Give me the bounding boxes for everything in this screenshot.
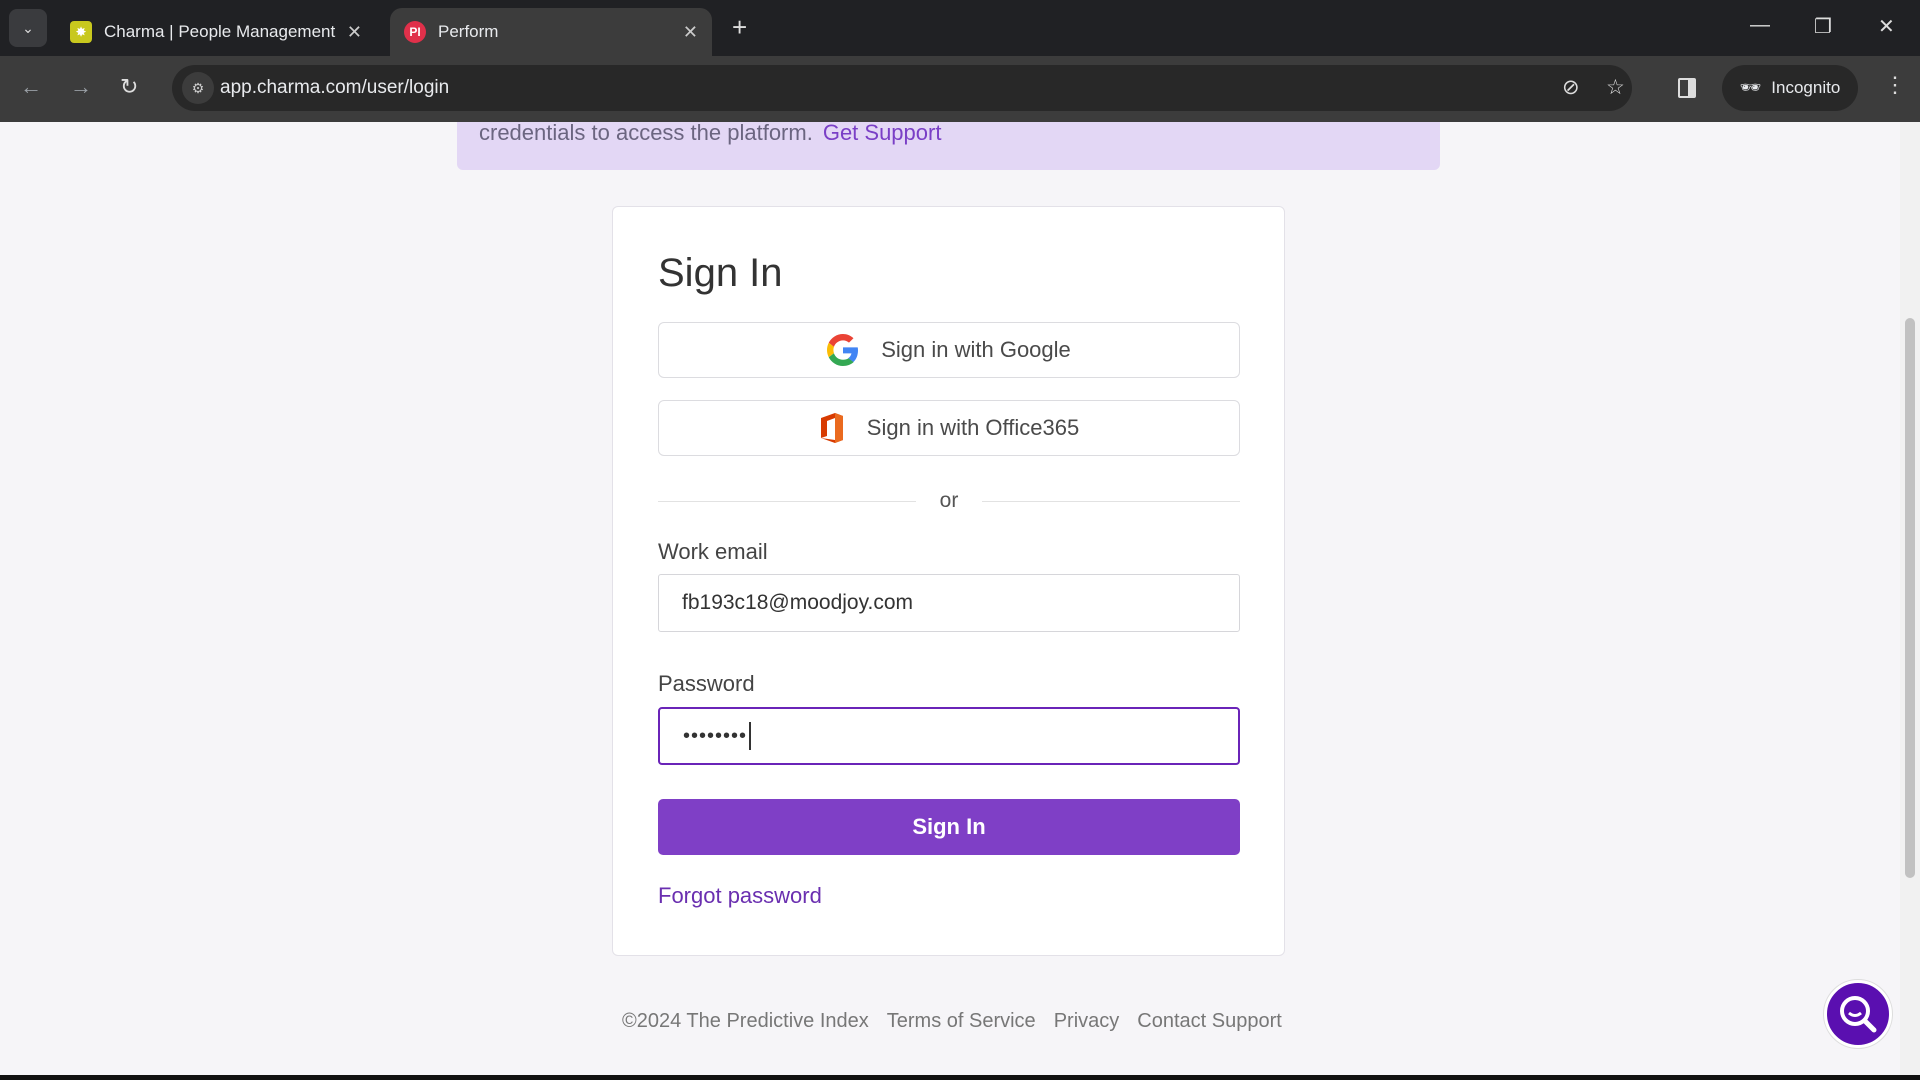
or-divider: or [658,489,1240,513]
search-icon [1840,996,1877,1033]
close-window-icon[interactable]: ✕ [1878,14,1895,39]
bottom-edge [0,1075,1920,1080]
star-icon[interactable]: ☆ [1606,75,1625,100]
privacy-link[interactable]: Privacy [1054,1010,1120,1033]
url-text[interactable]: app.charma.com/user/login [220,77,449,99]
forward-icon[interactable]: → [70,74,92,100]
incognito-badge[interactable]: 🕶 Incognito [1722,65,1858,111]
close-tab-icon[interactable]: ✕ [347,22,362,43]
close-tab-icon[interactable]: ✕ [683,22,698,43]
forgot-password-link[interactable]: Forgot password [658,883,822,909]
incognito-icon: 🕶 [1739,78,1762,97]
site-info-icon[interactable]: ⚙ [182,72,214,104]
contact-support-link[interactable]: Contact Support [1137,1010,1282,1033]
minimize-icon[interactable]: — [1750,14,1770,37]
password-value: •••••••• [683,724,748,747]
info-banner: credentials to access the platform. Get S… [457,122,1440,170]
reload-icon[interactable]: ↻ [120,74,138,100]
help-chat-button[interactable] [1824,980,1892,1048]
email-label: Work email [658,539,768,564]
google-icon [827,334,859,366]
new-tab-icon[interactable]: + [732,12,747,43]
tab-title: Charma | People Management S [104,22,339,41]
sign-in-button[interactable]: Sign In [658,799,1240,855]
office365-label: Sign in with Office365 [866,415,1080,440]
text-caret [749,722,752,750]
side-panel-icon[interactable] [1678,78,1696,98]
tab-charma[interactable]: ✸ Charma | People Management S ✕ [56,8,376,56]
email-field[interactable]: fb193c18@moodjoy.com [658,574,1240,632]
terms-link[interactable]: Terms of Service [887,1010,1036,1033]
password-label: Password [658,671,755,696]
pi-favicon-icon: PI [404,21,426,43]
tab-title: Perform [438,22,499,41]
google-sign-in-button[interactable]: Sign in with Google [658,322,1240,378]
copyright: ©2024 The Predictive Index [622,1010,869,1032]
incognito-label: Incognito [1771,78,1841,97]
password-field[interactable]: •••••••• [658,707,1240,765]
address-bar[interactable]: ⚙ app.charma.com/user/login ⊘ ☆ [172,65,1632,111]
browser-toolbar: ← → ↻ ⚙ app.charma.com/user/login ⊘ ☆ 🕶 I… [0,56,1920,122]
eye-off-icon[interactable]: ⊘ [1562,75,1580,100]
sign-in-card: Sign In Sign in with Google Sign in with… [612,206,1285,956]
page-title: Sign In [658,251,783,295]
footer: ©2024 The Predictive Index Terms of Serv… [622,1010,1282,1033]
menu-icon[interactable]: ⋮ [1884,72,1906,98]
email-value: fb193c18@moodjoy.com [682,591,914,614]
back-icon[interactable]: ← [20,74,42,100]
restore-icon[interactable]: ❐ [1814,14,1832,39]
tab-bar: ⌄ ✸ Charma | People Management S ✕ PI Pe… [0,0,1920,56]
charma-favicon-icon: ✸ [70,21,92,43]
office365-icon [820,413,843,443]
scrollbar[interactable] [1900,122,1920,1075]
banner-text: credentials to access the platform. [479,120,813,145]
google-label: Sign in with Google [881,337,1071,362]
scrollbar-thumb[interactable] [1905,318,1915,878]
tab-perform[interactable]: PI Perform ✕ [390,8,712,56]
get-support-link[interactable]: Get Support [823,120,942,145]
tab-search-button[interactable]: ⌄ [9,9,47,47]
office365-sign-in-button[interactable]: Sign in with Office365 [658,400,1240,456]
